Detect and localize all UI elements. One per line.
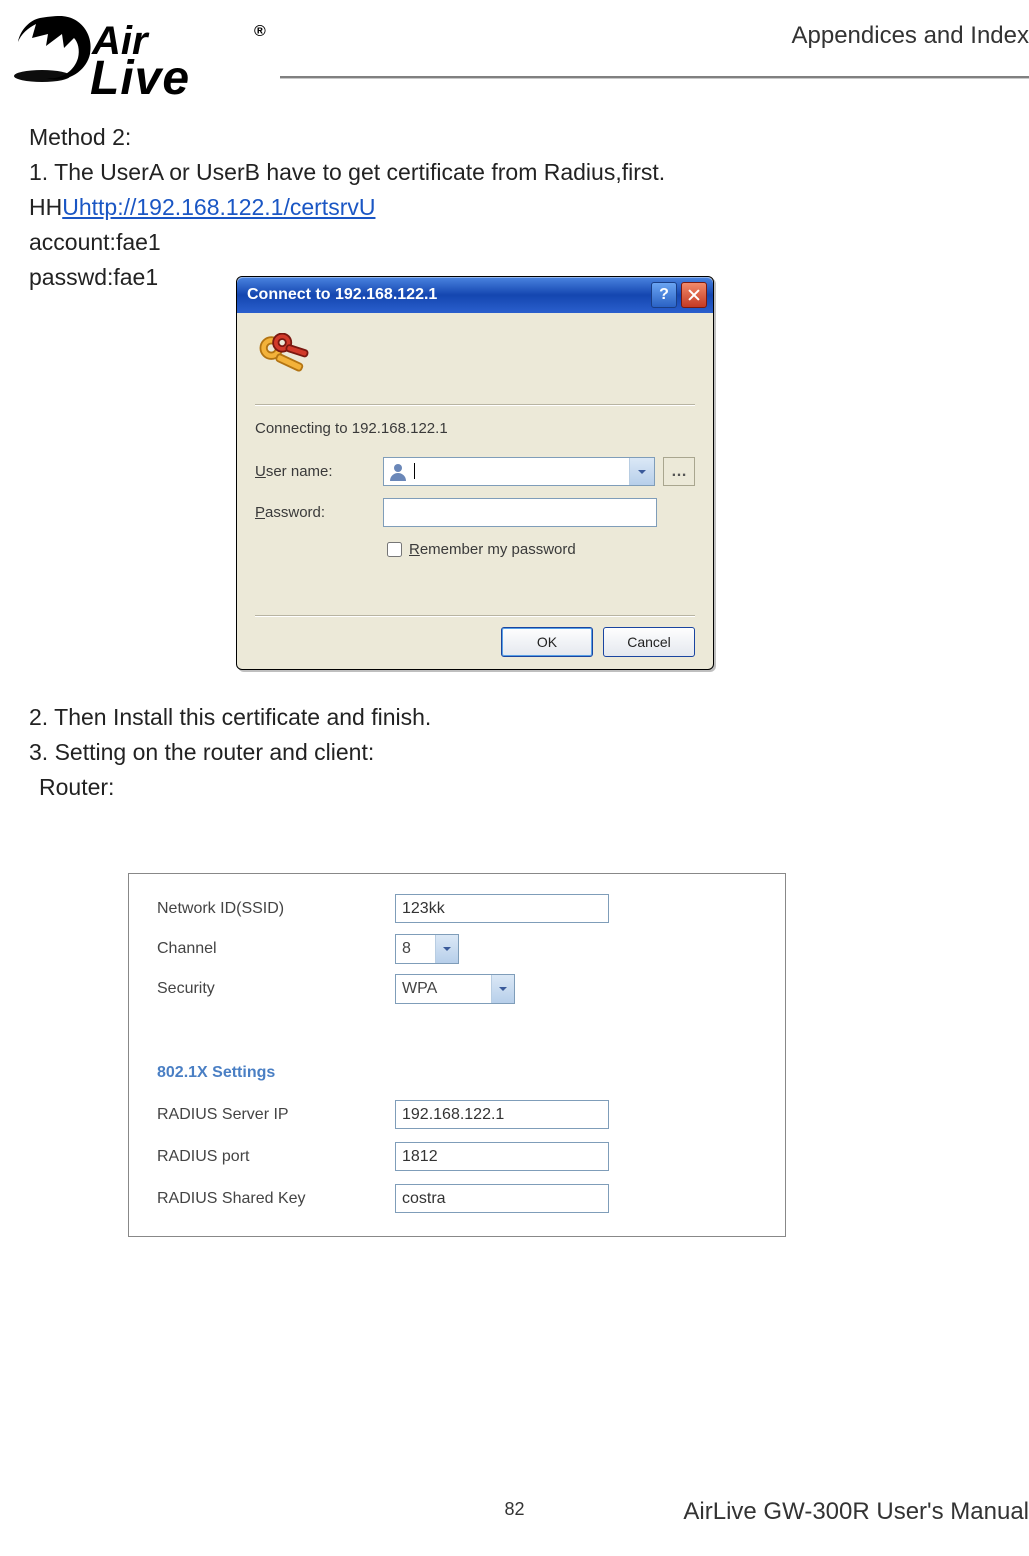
security-label: Security: [157, 980, 395, 998]
cancel-button[interactable]: Cancel: [603, 627, 695, 657]
section-header: Appendices and Index: [791, 22, 1029, 50]
radius-section-title: 802.1X Settings: [157, 1064, 275, 1082]
ssid-input[interactable]: [395, 894, 609, 923]
password-label: Password:: [255, 504, 383, 521]
channel-dropdown-button[interactable]: [435, 935, 458, 963]
dialog-title: Connect to 192.168.122.1: [247, 286, 437, 304]
radius-port-label: RADIUS port: [157, 1148, 395, 1166]
step-3: 3. Setting on the router and client:: [29, 737, 1000, 768]
url-prefix: HH: [29, 194, 62, 220]
radius-key-label: RADIUS Shared Key: [157, 1190, 395, 1208]
radius-ip-input[interactable]: [395, 1100, 609, 1129]
remember-password-checkbox[interactable]: Remember my password: [383, 539, 695, 560]
certsrv-link[interactable]: Uhttp://192.168.122.1/certsrvU: [62, 194, 375, 220]
security-value: WPA: [402, 980, 437, 998]
step-1: 1. The UserA or UserB have to get certif…: [29, 157, 1000, 188]
manual-title: AirLive GW-300R User's Manual: [683, 1498, 1029, 1526]
user-avatar-icon: [388, 461, 408, 481]
security-dropdown-button[interactable]: [491, 975, 514, 1003]
channel-label: Channel: [157, 940, 395, 958]
chevron-down-icon: [637, 467, 647, 477]
browse-button[interactable]: …: [663, 457, 695, 486]
airlive-logo: Air Live ®: [12, 14, 272, 107]
ssid-label: Network ID(SSID): [157, 900, 395, 918]
username-label: User name:: [255, 463, 383, 480]
help-button[interactable]: ?: [651, 282, 677, 308]
chevron-down-icon: [498, 984, 508, 994]
chevron-down-icon: [442, 944, 452, 954]
dialog-titlebar: Connect to 192.168.122.1 ?: [237, 277, 713, 313]
dialog-message: Connecting to 192.168.122.1: [255, 420, 695, 437]
router-label: Router:: [39, 772, 1000, 803]
router-settings-panel: Network ID(SSID) Channel 8 Security WPA …: [128, 873, 786, 1237]
channel-select[interactable]: 8: [395, 934, 459, 964]
username-dropdown-button[interactable]: [629, 458, 654, 485]
close-button[interactable]: [681, 282, 707, 308]
credentials-dialog: Connect to 192.168.122.1 ? Connecting to: [236, 276, 714, 670]
username-input[interactable]: [383, 457, 655, 486]
password-input[interactable]: [383, 498, 657, 527]
logo-text-bottom: Live: [90, 52, 190, 102]
keys-icon: [255, 333, 313, 383]
radius-ip-label: RADIUS Server IP: [157, 1106, 395, 1124]
radius-key-input[interactable]: [395, 1184, 609, 1213]
remember-checkbox-input[interactable]: [387, 542, 402, 557]
channel-value: 8: [402, 940, 411, 958]
account-line: account:fae1: [29, 227, 1000, 258]
radius-port-input[interactable]: [395, 1142, 609, 1171]
step-2: 2. Then Install this certificate and fin…: [29, 702, 1000, 733]
logo-trademark: ®: [254, 23, 266, 40]
method-title: Method 2:: [29, 122, 1000, 153]
header-divider: [280, 76, 1029, 79]
security-select[interactable]: WPA: [395, 974, 515, 1004]
ok-button[interactable]: OK: [501, 627, 593, 657]
